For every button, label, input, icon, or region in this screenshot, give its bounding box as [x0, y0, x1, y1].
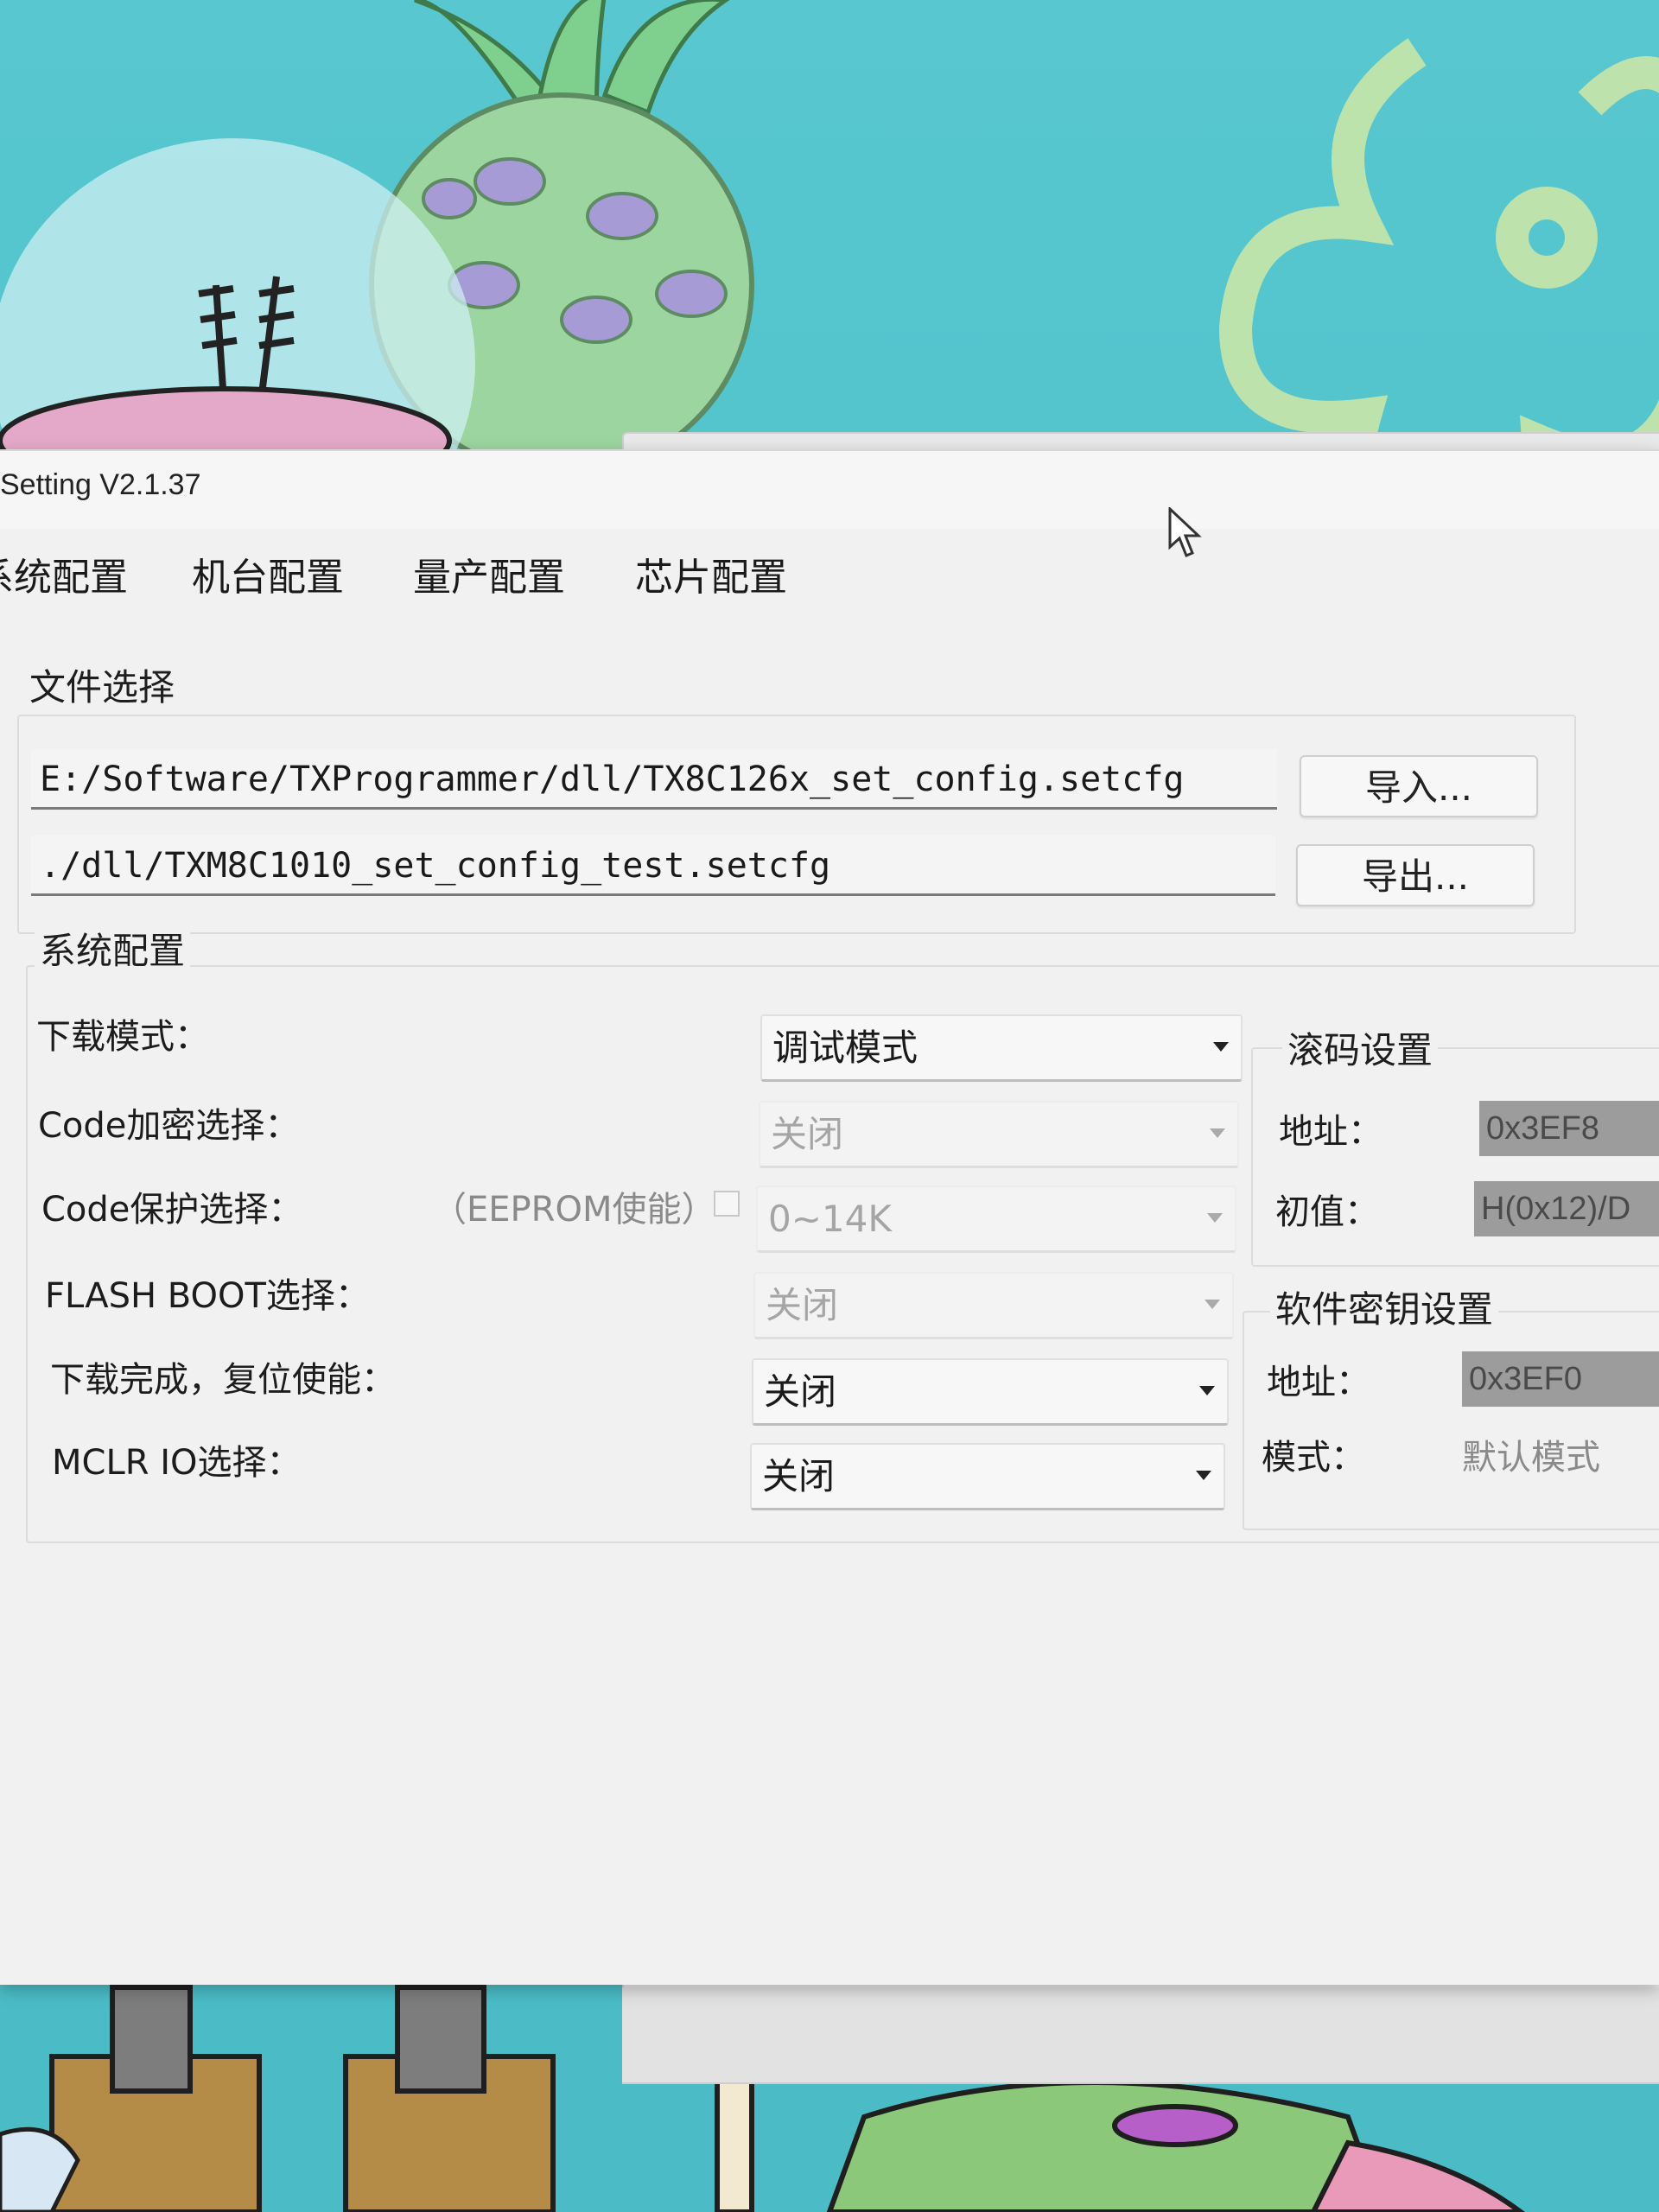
code-encrypt-label: Code加密选择：	[38, 1106, 300, 1146]
key-address-label: 地址：	[1267, 1363, 1370, 1402]
reset-enable-value: 关闭	[764, 1370, 837, 1413]
rolling-initial-label: 初值：	[1275, 1192, 1379, 1232]
export-button[interactable]: 导出...	[1296, 844, 1535, 906]
eeprom-enable-label: （EEPROM使能）	[432, 1190, 716, 1230]
software-key-title: 软件密钥设置	[1270, 1281, 1499, 1333]
code-protect-label: Code保护选择：	[41, 1190, 303, 1230]
import-path-field[interactable]: E:/Software/TXProgrammer/dll/TX8C126x_se…	[31, 749, 1277, 810]
rolling-address-field[interactable]: 0x3EF8	[1479, 1101, 1659, 1156]
chevron-down-icon	[1199, 1386, 1215, 1395]
background-window-footer	[622, 1987, 1659, 2084]
mclr-io-value: 关闭	[762, 1455, 836, 1497]
menu-chip-config[interactable]: 芯片配置	[635, 546, 787, 601]
export-path-field[interactable]: ./dll/TXM8C1010_set_config_test.setcfg	[31, 836, 1275, 896]
file-selection-title: 文件选择	[24, 658, 181, 711]
menu-bar: 系统配置 机台配置 量产配置 芯片配置	[0, 546, 1659, 607]
chevron-down-icon	[1205, 1300, 1220, 1309]
rolling-code-title: 滚码设置	[1282, 1021, 1439, 1074]
rolling-address-label: 地址：	[1279, 1112, 1382, 1152]
import-button[interactable]: 导入...	[1300, 755, 1538, 817]
code-protect-select[interactable]: 0~14K	[756, 1185, 1236, 1253]
download-mode-select[interactable]: 调试模式	[760, 1014, 1243, 1082]
flash-boot-select[interactable]: 关闭	[753, 1272, 1234, 1339]
eeprom-enable-checkbox[interactable]	[714, 1191, 740, 1217]
flash-boot-value: 关闭	[766, 1284, 839, 1326]
download-mode-label: 下载模式：	[36, 1017, 209, 1057]
mclr-io-label: MCLR IO选择：	[52, 1443, 302, 1483]
code-encrypt-value: 关闭	[771, 1113, 844, 1155]
setting-window: Setting V2.1.37 系统配置 机台配置 量产配置 芯片配置 文件选择…	[0, 449, 1659, 1985]
flash-boot-label: FLASH BOOT选择：	[45, 1276, 370, 1316]
menu-machine-config[interactable]: 机台配置	[192, 546, 344, 601]
title-bar[interactable]: Setting V2.1.37	[0, 451, 1659, 557]
menu-production-config[interactable]: 量产配置	[413, 546, 565, 601]
code-protect-value: 0~14K	[768, 1198, 892, 1240]
key-mode-value: 默认模式	[1462, 1438, 1600, 1478]
software-key-group	[1243, 1311, 1659, 1530]
download-mode-value: 调试模式	[772, 1027, 918, 1069]
window-title: Setting V2.1.37	[0, 468, 201, 501]
mclr-io-select[interactable]: 关闭	[750, 1443, 1225, 1510]
menu-system-config[interactable]: 系统配置	[0, 546, 128, 601]
key-mode-label: 模式：	[1262, 1438, 1365, 1478]
code-encrypt-select[interactable]: 关闭	[759, 1101, 1239, 1168]
key-address-field[interactable]: 0x3EF0	[1462, 1351, 1659, 1407]
reset-enable-select[interactable]: 关闭	[752, 1358, 1229, 1426]
chevron-down-icon	[1213, 1042, 1229, 1052]
rolling-initial-field[interactable]: H(0x12)/D	[1474, 1181, 1659, 1236]
system-config-title: 系统配置	[35, 922, 191, 975]
chevron-down-icon	[1210, 1128, 1225, 1138]
chevron-down-icon	[1196, 1471, 1211, 1480]
chevron-down-icon	[1207, 1213, 1223, 1223]
reset-enable-label: 下载完成，复位使能：	[50, 1360, 396, 1400]
